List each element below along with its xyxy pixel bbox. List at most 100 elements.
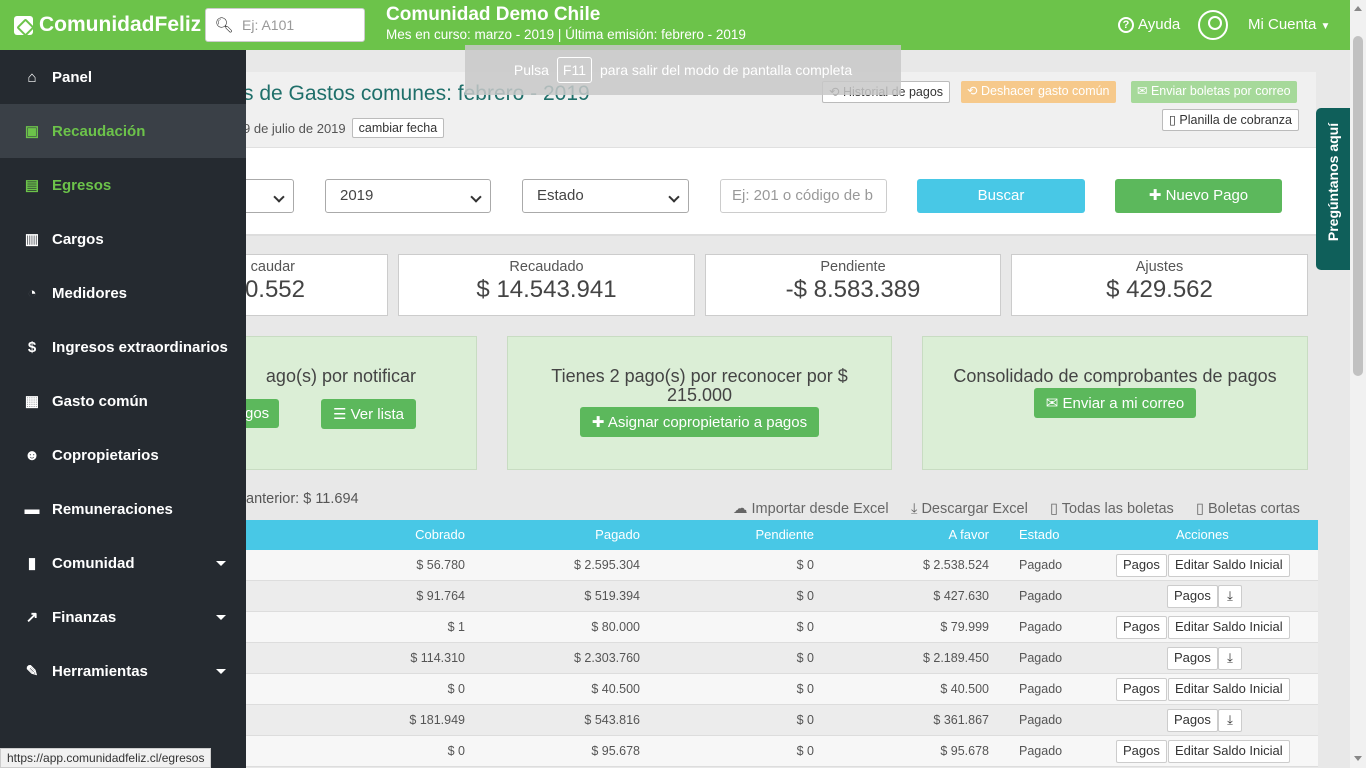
scroll-down-icon[interactable]	[1354, 756, 1362, 761]
cloud-upload-icon: ☁	[733, 501, 748, 517]
envelope-icon: ✉	[1045, 395, 1059, 412]
community-title[interactable]: Comunidad Demo Chile	[386, 4, 600, 26]
file-icon: ▯	[1050, 501, 1058, 517]
users-icon: ☻	[24, 446, 40, 464]
account-menu[interactable]: Mi Cuenta ▼	[1248, 16, 1330, 33]
cell-pendiente: $ 0	[796, 651, 814, 665]
payments-button[interactable]: Pagos	[1116, 616, 1167, 639]
cell-pagado: $ 40.500	[591, 682, 640, 696]
payments-button[interactable]: Pagos	[1116, 740, 1167, 763]
table-row: 9)$ 181.949$ 543.816$ 0$ 361.867PagadoPa…	[230, 705, 1318, 736]
sidebar-item-remuneraciones[interactable]: ▬ Remuneraciones	[0, 482, 246, 536]
cell-pendiente: $ 0	[796, 744, 814, 758]
undo-button[interactable]: ⟲ Deshacer gasto común	[961, 81, 1116, 103]
download-icon[interactable]: ⤓	[1218, 647, 1242, 670]
chart-icon: ↗	[25, 609, 39, 626]
scroll-thumb[interactable]	[1353, 36, 1363, 376]
table-body: $ 56.780 $ 2.595.304 $ 0 $ 2.538.524 Pagado P…	[230, 550, 1318, 767]
sidebar-item-cargos[interactable]: ▥ Cargos	[0, 212, 246, 266]
date-text: 9 de julio de 2019	[243, 120, 346, 136]
sidebar-item-label: Herramientas	[52, 662, 148, 680]
scrollbar[interactable]	[1350, 0, 1366, 768]
cell-cobrado: $ 181.949	[409, 713, 465, 727]
sidebar-item-label: Finanzas	[52, 608, 117, 626]
new-payment-label: Nuevo Pago	[1165, 187, 1249, 204]
col-acciones: Acciones	[1176, 527, 1229, 542]
download-icon[interactable]: ⤓	[1218, 585, 1242, 608]
send-receipts-button[interactable]: ✉ Enviar boletas por correo	[1131, 81, 1297, 103]
view-list-button[interactable]: ☰ Ver lista	[321, 399, 416, 429]
table-row: $ 1 $ 80.000 $ 0 $ 79.999 Pagado Pagos Editar …	[230, 612, 1318, 643]
sidebar-item-herramientas[interactable]: ✎ Herramientas	[0, 644, 246, 698]
payments-button[interactable]: Pagos	[1116, 678, 1167, 701]
cell-estado: Pagado	[1019, 713, 1063, 727]
edit-initial-balance-button[interactable]: Editar Saldo Inicial	[1168, 554, 1290, 577]
receipts-card-text: Consolidado de comprobantes de pagos	[953, 366, 1277, 386]
stat-label: Ajustes	[1135, 259, 1184, 275]
edit-initial-balance-button[interactable]: Editar Saldo Inicial	[1168, 740, 1290, 763]
stat-adjustments: Ajustes $ 429.562	[1011, 254, 1308, 316]
cell-afavor: $ 361.867	[933, 713, 989, 727]
cell-pagado: $ 2.303.760	[573, 651, 640, 665]
logo[interactable]: ComunidadFeliz	[14, 13, 201, 37]
sidebar-item-panel[interactable]: ⌂ Panel	[0, 50, 246, 104]
question-icon: ?	[1118, 16, 1134, 33]
stat-value: -$ 8.583.389	[785, 276, 921, 303]
sidebar-item-copropietarios[interactable]: ☻ Copropietarios	[0, 428, 246, 482]
new-payment-button[interactable]: ✚ Nuevo Pago	[1115, 179, 1282, 213]
change-date-button[interactable]: cambiar fecha	[351, 118, 445, 138]
table-header: Cobrado Pagado Pendiente A favor Estado …	[230, 520, 1318, 550]
sidebar-item-egresos[interactable]: ▤ Egresos	[0, 158, 246, 212]
download-excel-link[interactable]: ⤓ Descargar Excel	[911, 501, 1028, 517]
sidebar: ⌂ Panel ▣ Recaudación ▤ Egresos ▥ Cargos ◔ Me…	[0, 50, 246, 768]
sidebar-item-label: Medidores	[52, 284, 128, 302]
edit-initial-balance-button[interactable]: Editar Saldo Inicial	[1168, 678, 1290, 701]
receipts-card-actions: ✉ Enviar a mi correo	[923, 388, 1307, 418]
year-value: 2019	[340, 187, 374, 204]
edit-initial-balance-button[interactable]: Editar Saldo Inicial	[1168, 616, 1290, 639]
help-link[interactable]: ? Ayuda	[1118, 16, 1180, 33]
sidebar-item-recaudacion[interactable]: ▣ Recaudación	[0, 104, 246, 158]
recognize-card-actions: ✚ Asignar copropietario a pagos	[508, 407, 891, 437]
payments-button[interactable]: Pagos	[1167, 647, 1218, 670]
send-to-email-button[interactable]: ✉ Enviar a mi correo	[1033, 388, 1197, 418]
stat-value: $ 14.543.941	[476, 276, 617, 303]
cell-estado: Pagado	[1019, 589, 1063, 603]
sidebar-item-comunidad[interactable]: ▮ Comunidad	[0, 536, 246, 590]
all-receipts-link[interactable]: ▯ Todas las boletas	[1050, 501, 1174, 517]
home-icon: ⌂	[27, 68, 37, 86]
assign-owner-button[interactable]: ✚ Asignar copropietario a pagos	[579, 407, 820, 437]
short-receipts-link[interactable]: ▯ Boletas cortas	[1196, 501, 1300, 517]
recognize-card-text: Tienes 2 pago(s) por reconocer por $ 215…	[551, 366, 848, 405]
search-button[interactable]: Buscar	[917, 179, 1085, 213]
year-select[interactable]: 2019	[325, 179, 491, 213]
sidebar-item-label: Recaudación	[52, 122, 146, 140]
plus-icon: ✚	[591, 414, 605, 431]
cell-cobrado: $ 1	[447, 620, 465, 634]
sidebar-item-ingresos[interactable]: $ Ingresos extraordinarios	[0, 320, 246, 374]
scroll-up-icon[interactable]	[1354, 6, 1362, 11]
user-avatar-icon[interactable]	[1198, 10, 1228, 40]
cell-pagado: $ 543.816	[584, 713, 640, 727]
sidebar-item-gasto-comun[interactable]: ▦ Gasto común	[0, 374, 246, 428]
filters-bar: 2019 Estado Ej: 201 o código de b Buscar…	[230, 148, 1316, 236]
search-icon: 🔍︎	[214, 17, 234, 34]
payments-table: Cobrado Pagado Pendiente A favor Estado …	[230, 520, 1318, 767]
sidebar-item-finanzas[interactable]: ↗ Finanzas	[0, 590, 246, 644]
payments-button[interactable]: Pagos	[1167, 585, 1218, 608]
cell-pendiente: $ 0	[796, 620, 814, 634]
unit-search-input[interactable]: Ej: 201 o código de b	[720, 179, 887, 213]
state-select[interactable]: Estado	[522, 179, 689, 213]
sheet-button[interactable]: ▯ Planilla de cobranza	[1162, 109, 1299, 131]
payments-button[interactable]: Pagos	[1167, 709, 1218, 732]
assign-owner-label: Asignar copropietario a pagos	[607, 414, 808, 431]
cell-estado: Pagado	[1019, 744, 1063, 758]
search-input[interactable]	[242, 17, 360, 33]
download-icon[interactable]: ⤓	[1218, 709, 1242, 732]
import-label: Importar desde Excel	[751, 501, 889, 517]
import-excel-link[interactable]: ☁ Importar desde Excel	[733, 501, 889, 517]
envelope-icon: ✉	[1137, 84, 1148, 98]
ask-us-tab[interactable]: Pregúntanos aquí	[1316, 108, 1350, 270]
payments-button[interactable]: Pagos	[1116, 554, 1167, 577]
sidebar-item-medidores[interactable]: ◔ Medidores	[0, 266, 246, 320]
